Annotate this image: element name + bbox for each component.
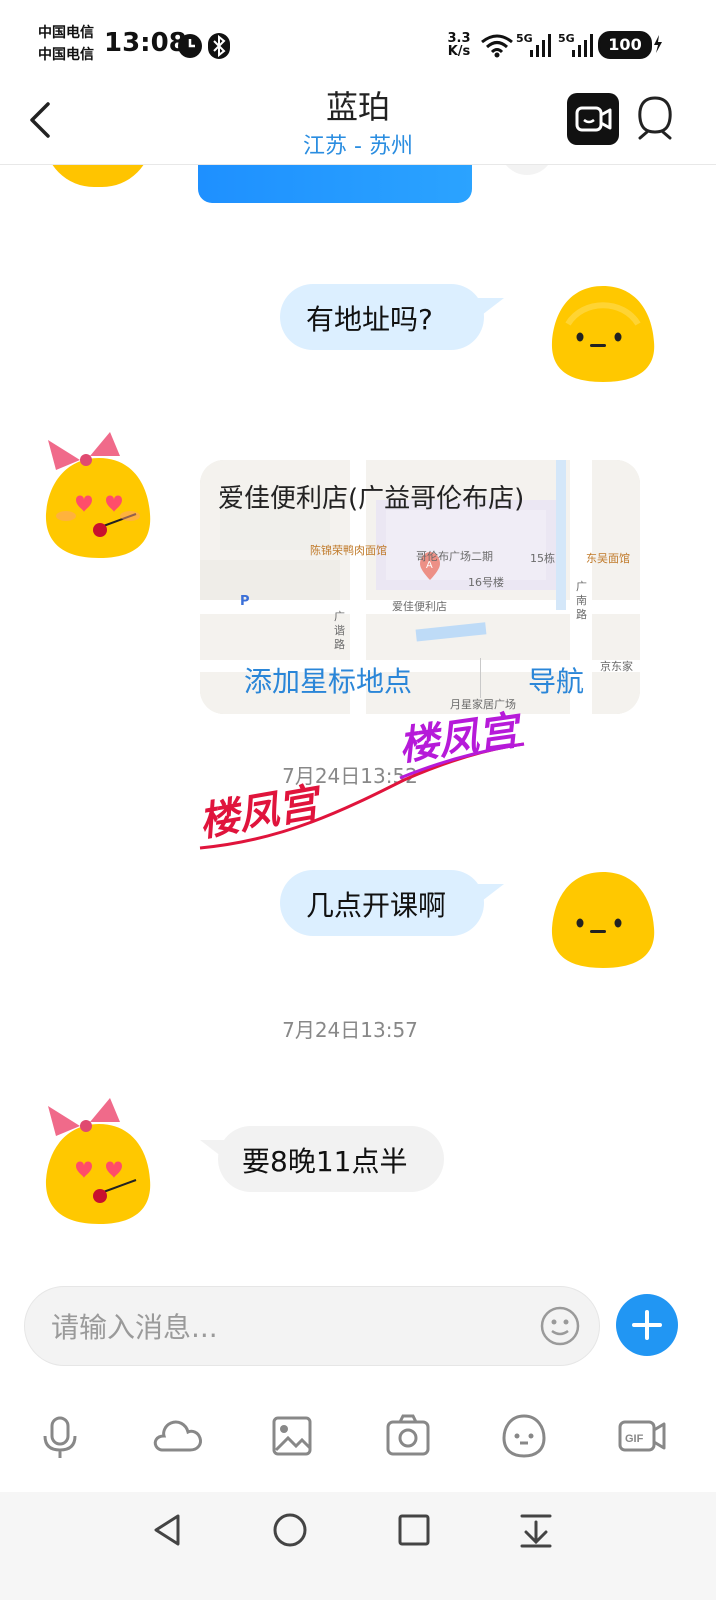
- bubble-tail: [478, 884, 504, 904]
- carrier-2: 中国电信: [38, 47, 94, 63]
- map-label: 陈锦荣鸭肉面馆: [310, 544, 387, 557]
- clock: 13:08: [104, 28, 187, 58]
- add-button[interactable]: [616, 1294, 678, 1356]
- message-input[interactable]: [49, 1287, 533, 1367]
- system-nav-bar: [0, 1492, 716, 1600]
- parking-label: P: [240, 594, 250, 609]
- timestamp: 7月24日13:57: [282, 1018, 418, 1042]
- emoji-icon[interactable]: [494, 1406, 554, 1466]
- status-bar: 中国电信 中国电信 13:08 3.3 K/s 5G 5G 100: [0, 0, 716, 80]
- message-bubble-them[interactable]: 要8晚11点半: [218, 1126, 444, 1192]
- nav-home-icon[interactable]: [270, 1510, 310, 1550]
- message-bubble-me[interactable]: 几点开课啊: [280, 870, 484, 936]
- map-label: 京东家: [600, 660, 633, 673]
- signal-icon-1: [530, 34, 551, 57]
- message-text: 几点开课啊: [306, 889, 447, 922]
- charging-icon: [654, 35, 662, 53]
- alarm-bluetooth-icons: [178, 33, 230, 59]
- navigate-button[interactable]: 导航: [528, 660, 584, 700]
- map-label: 15栋: [530, 552, 555, 565]
- image-icon[interactable]: [262, 1406, 322, 1466]
- svg-text:GIF: GIF: [625, 1433, 644, 1445]
- image-message-partial[interactable]: [198, 165, 472, 203]
- wifi-icon: [481, 34, 513, 58]
- carrier-1: 中国电信: [38, 25, 94, 41]
- location-name: 爱佳便利店(广益哥伦布店): [218, 484, 525, 514]
- map-label: 广南路: [576, 580, 587, 621]
- location-card[interactable]: A 哥伦布广场二期 陈锦荣鸭肉面馆 东吴面馆 爱佳便利店 16号楼 15栋 广谐…: [200, 460, 640, 714]
- map-label: 爱佳便利店: [392, 600, 447, 613]
- avatar-them[interactable]: [40, 430, 158, 560]
- avatar-partial-them[interactable]: [44, 165, 152, 187]
- nav-dropdown-icon[interactable]: [516, 1510, 556, 1550]
- message-bubble-me[interactable]: 有地址吗?: [280, 284, 484, 350]
- battery-level: 100: [608, 35, 642, 54]
- divider: [480, 658, 481, 698]
- profile-icon[interactable]: [634, 94, 676, 142]
- chat-header: 蓝珀 江苏 - 苏州: [0, 80, 716, 165]
- message-input-box[interactable]: [24, 1286, 600, 1367]
- nav-recents-icon[interactable]: [394, 1510, 434, 1550]
- video-call-button[interactable]: [567, 93, 619, 145]
- message-text: 有地址吗?: [306, 303, 433, 336]
- signal-icon-2: [572, 34, 593, 57]
- map-label: 哥伦布广场二期: [416, 550, 493, 563]
- nav-back-icon[interactable]: [148, 1510, 188, 1550]
- avatar-me[interactable]: [548, 870, 658, 970]
- map-label: 广谐路: [334, 610, 345, 651]
- message-text: 要8晚11点半: [242, 1145, 408, 1178]
- bubble-tail: [478, 298, 504, 318]
- net-speed-unit: K/s: [447, 44, 471, 59]
- cloud-icon[interactable]: [146, 1406, 206, 1466]
- add-star-location-button[interactable]: 添加星标地点: [244, 660, 412, 700]
- camera-icon[interactable]: [378, 1406, 438, 1466]
- avatar-them[interactable]: [40, 1096, 158, 1226]
- plus-icon: [632, 1310, 662, 1340]
- map-label: 东吴面馆: [586, 552, 630, 565]
- emoji-picker-icon[interactable]: [539, 1305, 581, 1347]
- gif-icon[interactable]: GIF: [612, 1406, 672, 1466]
- map-label: 16号楼: [468, 576, 504, 589]
- partial-bubble: [500, 165, 554, 175]
- mic-icon[interactable]: [30, 1406, 90, 1466]
- battery-icon: 100: [598, 31, 652, 59]
- video-camera-icon: [575, 106, 612, 132]
- avatar-me[interactable]: [548, 284, 658, 384]
